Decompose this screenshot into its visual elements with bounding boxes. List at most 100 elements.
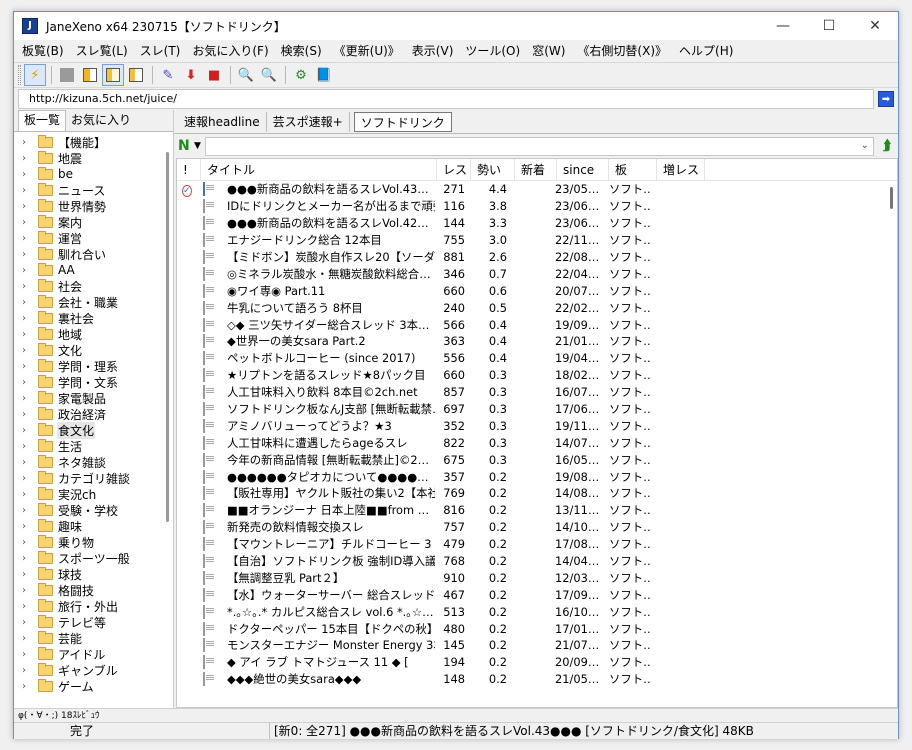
- table-row[interactable]: 【自治】ソフトドリンク板 強制ID導入議論… 768 0.2 14/04… ソフト…: [177, 553, 897, 570]
- refresh-arrow-icon[interactable]: ⮭: [878, 138, 896, 154]
- thread-list-scrollbar[interactable]: [885, 181, 897, 707]
- down-arrow-icon[interactable]: ⬇: [180, 64, 202, 86]
- menu-item-10[interactable]: ヘルプ(H): [673, 40, 739, 62]
- tree-item[interactable]: › 文化: [14, 342, 173, 358]
- table-row[interactable]: ソフトドリンク板なんJ支部 [無断転載禁… 697 0.3 17/06… ソフト…: [177, 401, 897, 418]
- col-since[interactable]: since: [557, 159, 609, 181]
- table-row[interactable]: ドクターペッパー 15本目【ドクペの秋】[無… 480 0.2 17/01… ソフト…: [177, 620, 897, 637]
- chevron-right-icon[interactable]: ›: [22, 249, 32, 260]
- table-row[interactable]: ★リプトンを語るスレッド★8パック目 660 0.3 18/02… ソフト…: [177, 367, 897, 384]
- table-row[interactable]: 人工甘味料に遭遇したらageるスレ 822 0.3 14/07… ソフト…: [177, 434, 897, 451]
- chevron-right-icon[interactable]: ›: [22, 265, 32, 276]
- col-board[interactable]: 板: [609, 159, 657, 181]
- tree-item[interactable]: › 家電製品: [14, 390, 173, 406]
- chevron-right-icon[interactable]: ›: [22, 521, 32, 532]
- table-row[interactable]: 新発売の飲料情報交換スレ 757 0.2 14/10… ソフト…: [177, 519, 897, 536]
- tab-soft-drink[interactable]: ソフトドリンク: [353, 111, 452, 132]
- chevron-right-icon[interactable]: ›: [22, 617, 32, 628]
- chevron-right-icon[interactable]: ›: [22, 569, 32, 580]
- chevron-right-icon[interactable]: ›: [22, 185, 32, 196]
- pane-layout-1-icon[interactable]: [79, 64, 101, 86]
- col-res[interactable]: レス: [437, 159, 471, 181]
- tree-item[interactable]: › ネタ雑談: [14, 454, 173, 470]
- chevron-right-icon[interactable]: ›: [22, 457, 32, 468]
- chevron-right-icon[interactable]: ›: [22, 345, 32, 356]
- scroll-thumb[interactable]: [166, 152, 169, 522]
- tree-item[interactable]: › 政治経済: [14, 406, 173, 422]
- table-row[interactable]: ◆ アイ ラブ トマトジュース 11 ◆ [194 0.2 20/09… ソフト…: [177, 654, 897, 671]
- tree-item[interactable]: › 地震: [14, 150, 173, 166]
- tree-item[interactable]: › 案内: [14, 214, 173, 230]
- chevron-right-icon[interactable]: ›: [22, 393, 32, 404]
- table-row[interactable]: 【無調整豆乳 Part２】 910 0.2 12/03… ソフト…: [177, 569, 897, 586]
- tree-item[interactable]: › 馴れ合い: [14, 246, 173, 262]
- tree-item[interactable]: › テレビ等: [14, 614, 173, 630]
- menu-item-9[interactable]: 《右側切替(X)》: [571, 40, 673, 62]
- go-arrow-icon[interactable]: ➡: [878, 91, 894, 107]
- col-new[interactable]: 新着: [515, 159, 557, 181]
- tab-favorites[interactable]: お気に入り: [66, 111, 136, 131]
- col-title[interactable]: タイトル: [201, 159, 437, 181]
- tree-item[interactable]: › 社会: [14, 278, 173, 294]
- tree-item[interactable]: › 格闘技: [14, 582, 173, 598]
- tab-board-list[interactable]: 板一覧: [18, 110, 67, 131]
- maximize-button[interactable]: ☐: [806, 12, 852, 40]
- close-button[interactable]: ✕: [852, 12, 898, 40]
- book-icon[interactable]: 📘: [313, 64, 335, 86]
- chevron-down-icon[interactable]: ⌄: [861, 140, 869, 151]
- table-row[interactable]: ◆◆◆絶世の美女sara◆◆◆ 148 0.2 21/05… ソフト…: [177, 671, 897, 688]
- col-mark[interactable]: !: [177, 159, 201, 181]
- chevron-right-icon[interactable]: ›: [22, 169, 32, 180]
- scroll-thumb[interactable]: [890, 187, 893, 209]
- table-row[interactable]: ◇◆ 三ツ矢サイダー総合スレッド 3本… 566 0.4 19/09… ソフト…: [177, 316, 897, 333]
- chevron-right-icon[interactable]: ›: [22, 585, 32, 596]
- chevron-right-icon[interactable]: ›: [22, 473, 32, 484]
- tree-item[interactable]: › 生活: [14, 438, 173, 454]
- chevron-right-icon[interactable]: ›: [22, 649, 32, 660]
- tree-item[interactable]: › カテゴリ雑談: [14, 470, 173, 486]
- chevron-right-icon[interactable]: ›: [22, 137, 32, 148]
- tree-item[interactable]: › 学問・理系: [14, 358, 173, 374]
- table-row[interactable]: *.｡☆｡.* カルピス総合スレ vol.6 *.｡☆… 513 0.2 16/10……: [177, 603, 897, 620]
- table-row[interactable]: ●●●新商品の飲料を語るスレVol.42… 144 3.3 23/06… ソフト…: [177, 215, 897, 232]
- chevron-right-icon[interactable]: ›: [22, 633, 32, 644]
- tree-item[interactable]: › ギャンブル: [14, 662, 173, 678]
- menu-item-6[interactable]: 表示(V): [406, 40, 460, 62]
- chevron-right-icon[interactable]: ›: [22, 233, 32, 244]
- table-row[interactable]: 今年の新商品情報 [無断転載禁止]©2… 675 0.3 16/05… ソフト…: [177, 451, 897, 468]
- title-bar[interactable]: J JaneXeno x64 230715【ソフトドリンク】 — ☐ ✕: [14, 12, 898, 40]
- tree-item[interactable]: › 食文化: [14, 421, 173, 439]
- table-row[interactable]: ◎ミネラル炭酸水・無糖炭酸飲料総合… 346 0.7 22/04… ソフト…: [177, 265, 897, 282]
- stop-icon[interactable]: ■: [203, 64, 225, 86]
- table-row[interactable]: ✓ ●●●新商品の飲料を語るスレVol.43… 271 4.4 23/05… ソフト…: [177, 181, 897, 198]
- tree-item[interactable]: › AA: [14, 262, 173, 278]
- lightning-icon[interactable]: ⚡: [24, 64, 46, 86]
- table-row[interactable]: 【水】ウォーターサーバー 総合スレッド [... 467 0.2 17/09… ソフト…: [177, 586, 897, 603]
- menu-item-5[interactable]: 《更新(U)》: [328, 40, 406, 62]
- tree-item[interactable]: › スポーツ一般: [14, 550, 173, 566]
- tree-item[interactable]: › 運営: [14, 230, 173, 246]
- col-momentum[interactable]: 勢い: [471, 159, 515, 181]
- chevron-right-icon[interactable]: ›: [22, 553, 32, 564]
- chevron-right-icon[interactable]: ›: [22, 681, 32, 692]
- tree-item[interactable]: › be: [14, 166, 173, 182]
- table-row[interactable]: モンスターエナジー Monster Energy 3本… 145 0.2 21/07……: [177, 637, 897, 654]
- menu-item-4[interactable]: 検索(S): [275, 40, 328, 62]
- table-row[interactable]: 【販社専用】ヤクルト販社の集い2【本社禁… 769 0.2 14/08… ソフト…: [177, 485, 897, 502]
- menu-item-0[interactable]: 板覧(B): [16, 40, 70, 62]
- chevron-right-icon[interactable]: ›: [22, 425, 32, 436]
- tree-item[interactable]: › ゲーム: [14, 678, 173, 694]
- tree-item[interactable]: › 学問・文系: [14, 374, 173, 390]
- chevron-right-icon[interactable]: ›: [22, 665, 32, 676]
- tree-item[interactable]: › 【機能】: [14, 134, 173, 150]
- table-row[interactable]: 牛乳について語ろう 8杯目 240 0.5 22/02… ソフト…: [177, 299, 897, 316]
- chevron-right-icon[interactable]: ›: [22, 217, 32, 228]
- gear-globe-icon[interactable]: ⚙: [290, 64, 312, 86]
- chevron-right-icon[interactable]: ›: [22, 409, 32, 420]
- table-row[interactable]: アミノバリューってどうよ？★3 352 0.3 19/11… ソフト…: [177, 417, 897, 434]
- chevron-right-icon[interactable]: ›: [22, 329, 32, 340]
- col-increase[interactable]: 増レス: [657, 159, 705, 181]
- find-next-icon[interactable]: 🔍: [258, 64, 280, 86]
- tree-item[interactable]: › 旅行・外出: [14, 598, 173, 614]
- menu-item-3[interactable]: お気に入り(F): [186, 40, 274, 62]
